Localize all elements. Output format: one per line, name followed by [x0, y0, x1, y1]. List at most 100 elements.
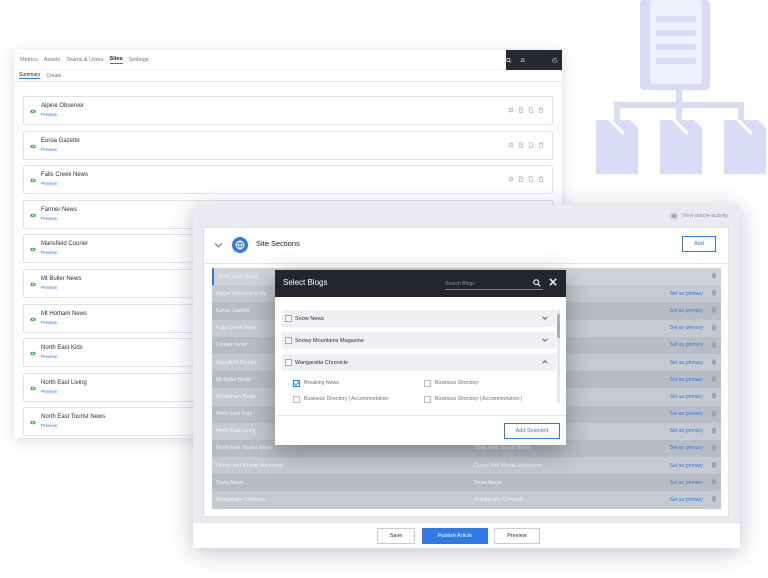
search-icon[interactable] — [533, 279, 541, 287]
site-preview-link[interactable]: Preview — [41, 112, 57, 117]
option-checkbox[interactable] — [293, 396, 300, 403]
blog-row-snowy-mountains-magazine[interactable]: Snowy Mountains Magazine — [282, 332, 556, 349]
blog-row-wangaratta-chronicle[interactable]: Wangaratta Chronicle — [282, 354, 556, 371]
search-blogs-input[interactable]: Search Blogs — [445, 279, 543, 290]
eye-icon[interactable] — [30, 109, 36, 114]
tab-create[interactable]: Create — [46, 73, 61, 79]
trash-icon[interactable] — [711, 410, 717, 417]
trash-icon[interactable] — [711, 392, 717, 399]
trash-icon[interactable] — [711, 306, 717, 313]
site-preview-link[interactable]: Preview — [41, 423, 57, 428]
document-icon[interactable] — [528, 176, 534, 182]
preview-button[interactable]: Preview — [494, 528, 540, 544]
gear-icon[interactable] — [508, 176, 514, 182]
document-icon[interactable] — [528, 141, 534, 148]
gear-icon[interactable] — [508, 107, 514, 113]
eye-icon[interactable] — [30, 351, 36, 356]
gear-icon[interactable] — [508, 142, 514, 148]
trash-icon[interactable] — [711, 375, 717, 382]
set-as-primary-link[interactable]: Set as primary — [670, 342, 703, 348]
blog-row-snow-news[interactable]: Snow News — [282, 310, 556, 327]
scrollbar-thumb[interactable] — [557, 314, 560, 338]
save-button[interactable]: Save — [377, 528, 415, 544]
trash-icon[interactable] — [711, 324, 717, 331]
set-as-primary-link[interactable]: Set as primary — [670, 428, 703, 434]
option-checkbox-checked[interactable] — [293, 380, 300, 387]
close-icon[interactable] — [549, 278, 557, 286]
bell-icon[interactable] — [520, 57, 526, 64]
set-as-primary-link[interactable]: Set as primary — [670, 411, 703, 417]
trash-icon[interactable] — [711, 272, 717, 279]
view-article-activity-link[interactable]: View article activity — [669, 212, 728, 220]
help-icon[interactable] — [552, 57, 558, 64]
eye-icon[interactable] — [30, 420, 36, 425]
site-card[interactable]: Falls Creek News Preview — [23, 165, 553, 195]
trash-icon[interactable] — [711, 341, 717, 348]
edit-document-icon[interactable] — [518, 107, 524, 113]
trash-icon[interactable] — [711, 478, 717, 485]
eye-icon[interactable] — [30, 317, 36, 322]
chevron-down-icon[interactable] — [542, 316, 548, 320]
section-site-name: Wangaratta Chronicle — [216, 497, 266, 504]
set-as-primary-link[interactable]: Set as primary — [670, 360, 703, 366]
set-as-primary-link[interactable]: Set as primary — [670, 291, 703, 297]
add-section-button[interactable]: Add — [682, 236, 716, 252]
set-as-primary-link[interactable]: Set as primary — [670, 480, 703, 486]
site-preview-link[interactable]: Preview — [41, 147, 57, 152]
option-checkbox[interactable] — [424, 396, 431, 403]
blog-checkbox[interactable] — [285, 337, 292, 344]
trash-icon[interactable] — [711, 289, 717, 296]
site-preview-link[interactable]: Preview — [41, 285, 57, 290]
site-preview-link[interactable]: Preview — [41, 354, 57, 359]
section-site-name: Falls Creek News — [216, 325, 257, 332]
trash-icon[interactable] — [711, 444, 717, 451]
nav-sites[interactable]: Sites — [109, 56, 123, 64]
option-checkbox[interactable] — [424, 380, 431, 387]
site-card[interactable]: Euroa Gazette Preview — [23, 130, 553, 160]
nav-metrics[interactable]: Metrics — [20, 57, 38, 63]
trash-icon[interactable] — [711, 495, 717, 502]
trash-icon[interactable] — [711, 427, 717, 434]
site-preview-link[interactable]: Preview — [41, 320, 57, 325]
trash-icon[interactable] — [538, 176, 544, 182]
trash-icon[interactable] — [538, 107, 544, 113]
set-as-primary-link[interactable]: Set as primary — [670, 497, 703, 503]
site-preview-link[interactable]: Preview — [41, 181, 57, 186]
eye-icon[interactable] — [30, 282, 36, 287]
site-card[interactable]: Alpine Observer Preview — [23, 96, 553, 125]
set-as-primary-link[interactable]: Set as primary — [670, 445, 703, 451]
search-icon[interactable] — [506, 57, 512, 64]
eye-icon[interactable] — [30, 213, 36, 218]
edit-document-icon[interactable] — [518, 176, 524, 182]
nav-assets[interactable]: Assets — [44, 57, 61, 63]
set-as-primary-link[interactable]: Set as primary — [670, 463, 703, 469]
chevron-up-icon[interactable] — [542, 360, 548, 364]
set-as-primary-link[interactable]: Set as primary — [670, 325, 703, 331]
document-icon[interactable] — [528, 107, 534, 113]
edit-document-icon[interactable] — [518, 141, 524, 148]
trash-icon[interactable] — [711, 358, 717, 365]
blog-checkbox[interactable] — [285, 359, 292, 366]
add-selected-button[interactable]: Add Selected — [504, 423, 560, 439]
modal-scrollbar[interactable] — [557, 310, 560, 402]
eye-icon[interactable] — [30, 386, 36, 391]
publish-article-button[interactable]: Publish Article — [422, 528, 488, 544]
site-preview-link[interactable]: Preview — [41, 389, 57, 394]
site-preview-link[interactable]: Preview — [41, 216, 57, 221]
nav-settings[interactable]: Settings — [129, 57, 149, 63]
chevron-down-icon[interactable] — [214, 242, 223, 248]
chevron-down-icon[interactable] — [542, 338, 548, 342]
tab-summary[interactable]: Summary — [19, 72, 41, 79]
trash-icon[interactable] — [711, 461, 717, 468]
site-preview-link[interactable]: Preview — [41, 250, 57, 255]
nav-teams-users[interactable]: Teams & Users — [66, 57, 103, 63]
trash-icon[interactable] — [538, 142, 544, 148]
eye-icon[interactable] — [30, 144, 36, 149]
sitemap-illustration-icon — [596, 0, 766, 174]
eye-icon[interactable] — [30, 247, 36, 252]
blog-checkbox[interactable] — [285, 315, 292, 322]
eye-icon[interactable] — [30, 178, 36, 183]
set-as-primary-link[interactable]: Set as primary — [670, 308, 703, 314]
set-as-primary-link[interactable]: Set as primary — [670, 394, 703, 400]
set-as-primary-link[interactable]: Set as primary — [670, 377, 703, 383]
